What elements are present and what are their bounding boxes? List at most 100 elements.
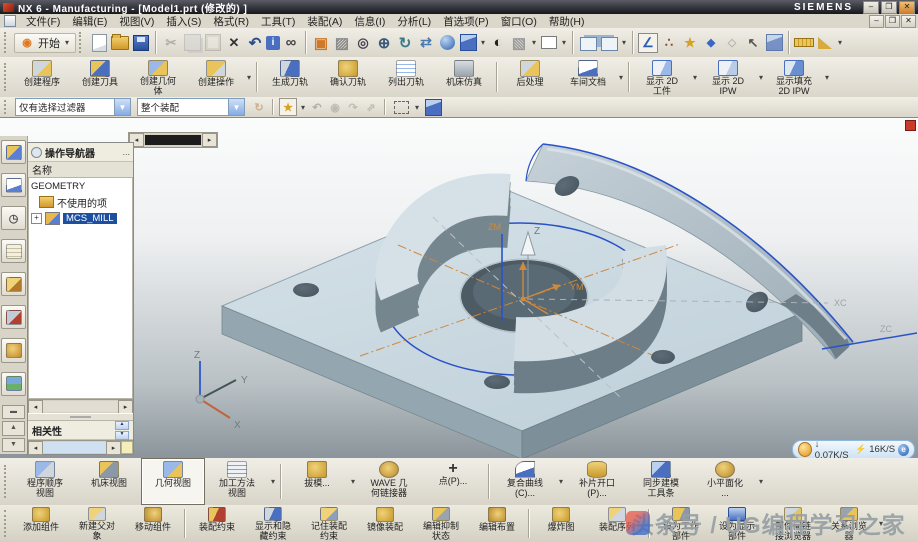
show-hide-constraints-button[interactable]: 显示和隐 藏约束: [245, 505, 301, 542]
navigator-tree[interactable]: GEOMETRY 不使用的项 MCS_MILL: [28, 178, 133, 399]
save-icon[interactable]: [131, 33, 151, 53]
menu-assemblies[interactable]: 装配(A): [301, 14, 348, 29]
background-icon[interactable]: [539, 33, 559, 53]
toolbar-grip[interactable]: [79, 32, 85, 53]
pan-view-icon[interactable]: [416, 33, 436, 53]
window-swap-icon[interactable]: [599, 33, 619, 53]
move-component-button[interactable]: 移动组件: [125, 505, 181, 542]
network-speed-widget[interactable]: ↓ 0.07K/S ⚡ 16K/S e: [792, 440, 915, 459]
menu-file[interactable]: 文件(F): [20, 14, 66, 29]
new-part-icon[interactable]: [89, 33, 109, 53]
select-cursor-icon[interactable]: [743, 33, 763, 53]
spin-up-icon[interactable]: ▲: [115, 421, 129, 430]
menu-tools[interactable]: 工具(T): [255, 14, 301, 29]
csys-dynamics-icon[interactable]: [638, 33, 658, 53]
geometry-view-button[interactable]: 几何视图: [141, 458, 205, 505]
child-window-icon[interactable]: [4, 15, 16, 27]
postprocess-button[interactable]: 后处理: [501, 57, 559, 97]
show-2d-workpiece-button[interactable]: 显示 2D 工件: [633, 57, 691, 97]
chevron-down-icon[interactable]: [349, 477, 357, 486]
copy-display-icon[interactable]: [764, 33, 784, 53]
angle-measure-icon[interactable]: [815, 33, 835, 53]
create-new-parent-button[interactable]: 新建父对 象: [69, 505, 125, 542]
paste-icon[interactable]: [203, 33, 223, 53]
face-analysis-icon[interactable]: [488, 33, 508, 53]
exploded-view-button[interactable]: 爆炸图: [533, 505, 589, 542]
snap-midpoint-icon[interactable]: [701, 33, 721, 53]
highlight-icon[interactable]: [327, 99, 343, 115]
chevron-down-icon[interactable]: [299, 103, 307, 112]
notebook-tab[interactable]: [1, 239, 26, 263]
part-navigator-tab[interactable]: [1, 173, 26, 197]
snap-endpoint-icon[interactable]: [722, 33, 742, 53]
create-operation-button[interactable]: 创建操作: [187, 57, 245, 97]
snap-options-icon[interactable]: [279, 98, 297, 116]
chevron-down-icon[interactable]: [620, 38, 628, 47]
point-button[interactable]: 点(P)...: [421, 458, 485, 505]
chevron-down-icon[interactable]: [757, 477, 765, 486]
ruler-icon[interactable]: [794, 33, 814, 53]
menu-insert[interactable]: 插入(S): [160, 14, 207, 29]
undo-icon[interactable]: [245, 33, 265, 53]
chevron-down-icon[interactable]: [557, 477, 565, 486]
shaded-display-icon[interactable]: [458, 33, 478, 53]
shaded-region-icon[interactable]: [332, 33, 352, 53]
menu-window[interactable]: 窗口(O): [495, 14, 543, 29]
edit-arrangement-button[interactable]: 编辑布置: [469, 505, 525, 542]
menu-analysis[interactable]: 分析(L): [391, 14, 437, 29]
selection-scope-combo[interactable]: 整个装配: [137, 99, 245, 115]
roles-tab[interactable]: [1, 338, 26, 362]
viewport-3d[interactable]: Z ZM YM XC ZC Z Y X: [0, 118, 918, 459]
zoom-region-icon[interactable]: [353, 33, 373, 53]
toolbar-grip[interactable]: [4, 465, 10, 499]
deselect-icon[interactable]: [363, 99, 379, 115]
scroll-left-button[interactable]: [28, 400, 43, 414]
generate-toolpath-button[interactable]: 生成刀轨: [261, 57, 319, 97]
constraint-navigator-tab[interactable]: [1, 305, 26, 329]
plate-hole-1[interactable]: [293, 283, 319, 297]
chevron-down-icon[interactable]: [479, 38, 487, 47]
maximize-button[interactable]: [881, 1, 897, 14]
panel-down-button[interactable]: [2, 438, 25, 452]
chevron-down-icon[interactable]: [691, 73, 699, 82]
chevron-down-icon[interactable]: [413, 103, 421, 112]
chevron-down-icon[interactable]: [530, 38, 538, 47]
chevron-down-icon[interactable]: [269, 477, 277, 486]
expander-icon[interactable]: [31, 213, 42, 224]
solid-body-filter-icon[interactable]: [423, 97, 443, 117]
toolbar-grip[interactable]: [4, 63, 10, 92]
resize-grip[interactable]: [121, 441, 133, 454]
toolbar-grip[interactable]: [4, 510, 10, 537]
assembly-navigator-tab[interactable]: [1, 272, 26, 296]
composite-curve-button[interactable]: 复合曲线 (C)...: [493, 458, 557, 505]
scrollbar-thumb[interactable]: [145, 135, 201, 145]
wireframe-display-icon[interactable]: [509, 33, 529, 53]
toolbar-grip[interactable]: [4, 100, 10, 114]
add-component-button[interactable]: 添加组件: [13, 505, 69, 542]
mcs-origin[interactable]: [521, 297, 526, 302]
synchronous-modeling-button[interactable]: 同步建模 工具条: [629, 458, 693, 505]
show-2d-ipw-button[interactable]: 显示 2D IPW: [699, 57, 757, 97]
graphics-window[interactable]: Z ZM YM XC ZC Z Y X: [0, 117, 918, 459]
scroll-right-button[interactable]: [118, 400, 133, 414]
perspective-icon[interactable]: [437, 33, 457, 53]
menu-information[interactable]: 信息(I): [348, 14, 391, 29]
tree-row-mcs-mill[interactable]: MCS_MILL: [29, 210, 132, 226]
spin-down-icon[interactable]: ▼: [115, 431, 129, 440]
scroll-right-button[interactable]: [106, 441, 121, 455]
dependencies-header[interactable]: 相关性 ▲ ▼: [28, 421, 133, 440]
shop-documentation-button[interactable]: 车间文档: [559, 57, 617, 97]
scrollbar-track[interactable]: [43, 442, 106, 453]
name-column-header[interactable]: 名称: [28, 162, 133, 178]
remember-constraints-button[interactable]: 记住装配 约束: [301, 505, 357, 542]
chevron-down-icon[interactable]: [757, 73, 765, 82]
navigator-hscrollbar[interactable]: [28, 399, 133, 413]
panel-up-button[interactable]: [2, 421, 25, 435]
faceting-button[interactable]: 小平面化 ...: [693, 458, 757, 505]
panel-splitter[interactable]: [28, 413, 133, 421]
create-tool-button[interactable]: 创建刀具: [71, 57, 129, 97]
operation-navigator-tab[interactable]: [1, 140, 26, 164]
machining-method-view-button[interactable]: 加工方法 视图: [205, 458, 269, 505]
scroll-left-button[interactable]: [28, 441, 43, 455]
redo-selection-icon[interactable]: [345, 99, 361, 115]
